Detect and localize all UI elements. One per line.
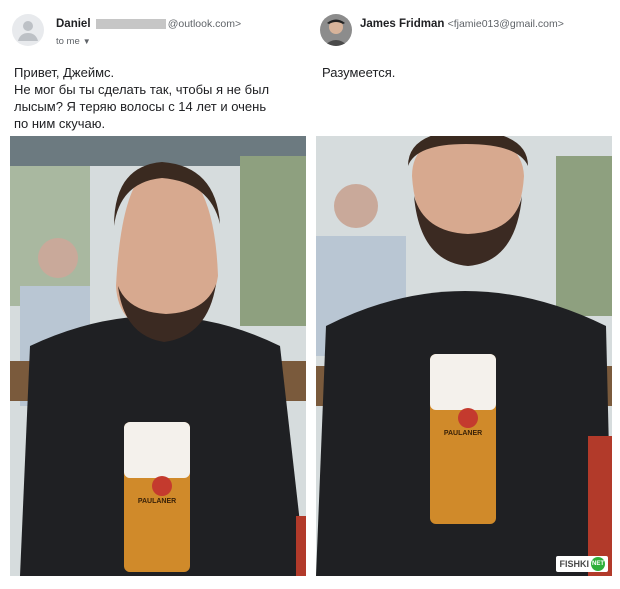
watermark-badge: NET bbox=[591, 557, 605, 571]
sender-email: <fjamie013@gmail.com> bbox=[447, 18, 564, 30]
recipient-dropdown[interactable]: to me ▼ bbox=[56, 36, 91, 47]
message-line: Привет, Джеймс. bbox=[14, 65, 115, 80]
beer-glass-label: PAULANER bbox=[443, 430, 483, 437]
watermark-text: FISHKI bbox=[559, 559, 589, 569]
beer-glass-label: PAULANER bbox=[137, 498, 177, 505]
edited-photo: PAULANER FISHKI NET bbox=[316, 136, 612, 576]
fishki-watermark: FISHKI NET bbox=[556, 556, 608, 572]
sender-line: Daniel @outlook.com> bbox=[56, 18, 241, 30]
email-header: Daniel @outlook.com> to me ▼ bbox=[8, 10, 308, 50]
caret-down-icon: ▼ bbox=[82, 37, 91, 46]
recipient-label: to me bbox=[56, 36, 80, 47]
message-line: по ним скучаю. bbox=[14, 116, 106, 131]
sender-line: James Fridman <fjamie013@gmail.com> bbox=[360, 18, 564, 30]
message-line: лысым? Я теряю волосы с 14 лет и очень bbox=[14, 99, 267, 114]
redacted-email-bar bbox=[95, 18, 166, 29]
message-line: Не мог бы ты сделать так, чтобы я не был bbox=[14, 82, 270, 97]
original-photo: PAULANER bbox=[10, 136, 306, 576]
email-body: Разумеется. bbox=[322, 64, 612, 81]
sender-email-domain: @outlook.com> bbox=[167, 18, 242, 30]
sender-name[interactable]: James Fridman bbox=[360, 18, 444, 30]
sender-avatar-icon[interactable] bbox=[320, 14, 352, 46]
email-body: Привет, Джеймс. Не мог бы ты сделать так… bbox=[14, 64, 304, 132]
default-avatar-icon[interactable] bbox=[12, 14, 44, 46]
reply-message: Разумеется. bbox=[322, 65, 396, 80]
email-header: James Fridman <fjamie013@gmail.com> bbox=[316, 10, 616, 50]
reply-email-panel: James Fridman <fjamie013@gmail.com> Разу… bbox=[316, 0, 616, 589]
sender-name[interactable]: Daniel bbox=[56, 18, 91, 30]
original-email-panel: Daniel @outlook.com> to me ▼ Привет, Джей… bbox=[8, 0, 308, 589]
